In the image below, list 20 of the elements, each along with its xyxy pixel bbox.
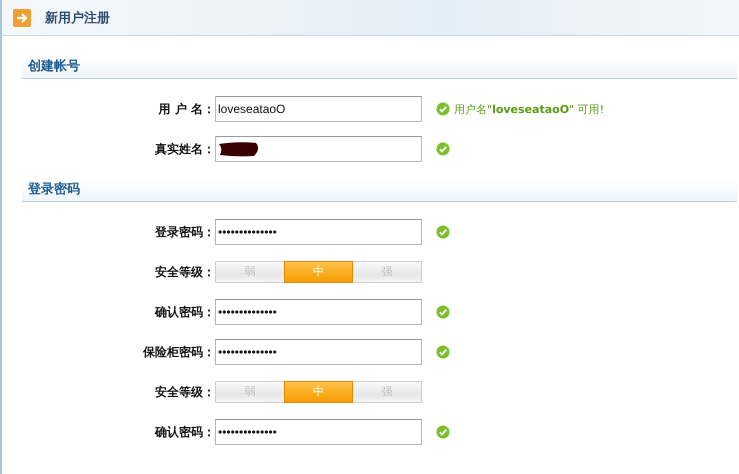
input-field[interactable]: ••••••••••••••	[215, 339, 422, 365]
input-field[interactable]	[215, 136, 422, 162]
page-title: 新用户注册	[45, 10, 110, 26]
field-label: 安全等级：	[154, 384, 215, 400]
strength-level: 中	[284, 261, 354, 283]
field-label: 真实姓名：	[154, 140, 215, 158]
field-label: 确认密码：	[154, 304, 215, 320]
validation-message: 用户名"loveseataoO" 可用!	[454, 102, 604, 116]
section-heading: 创建帐号	[22, 56, 737, 79]
input-field[interactable]: ••••••••••••••	[215, 299, 422, 325]
field-label: 确认密码：	[154, 424, 215, 440]
field-label: 安全等级：	[154, 264, 215, 280]
strength-level: 中	[284, 381, 354, 403]
field-label: 用 户 名：	[158, 100, 215, 118]
input-field[interactable]: loveseataoO	[215, 96, 422, 122]
section-heading: 登录密码	[22, 179, 737, 202]
input-field[interactable]: ••••••••••••••	[215, 419, 422, 445]
input-field[interactable]: ••••••••••••••	[215, 219, 422, 245]
field-label: 保险柜密码：	[142, 344, 215, 360]
field-label: 登录密码：	[154, 224, 215, 240]
